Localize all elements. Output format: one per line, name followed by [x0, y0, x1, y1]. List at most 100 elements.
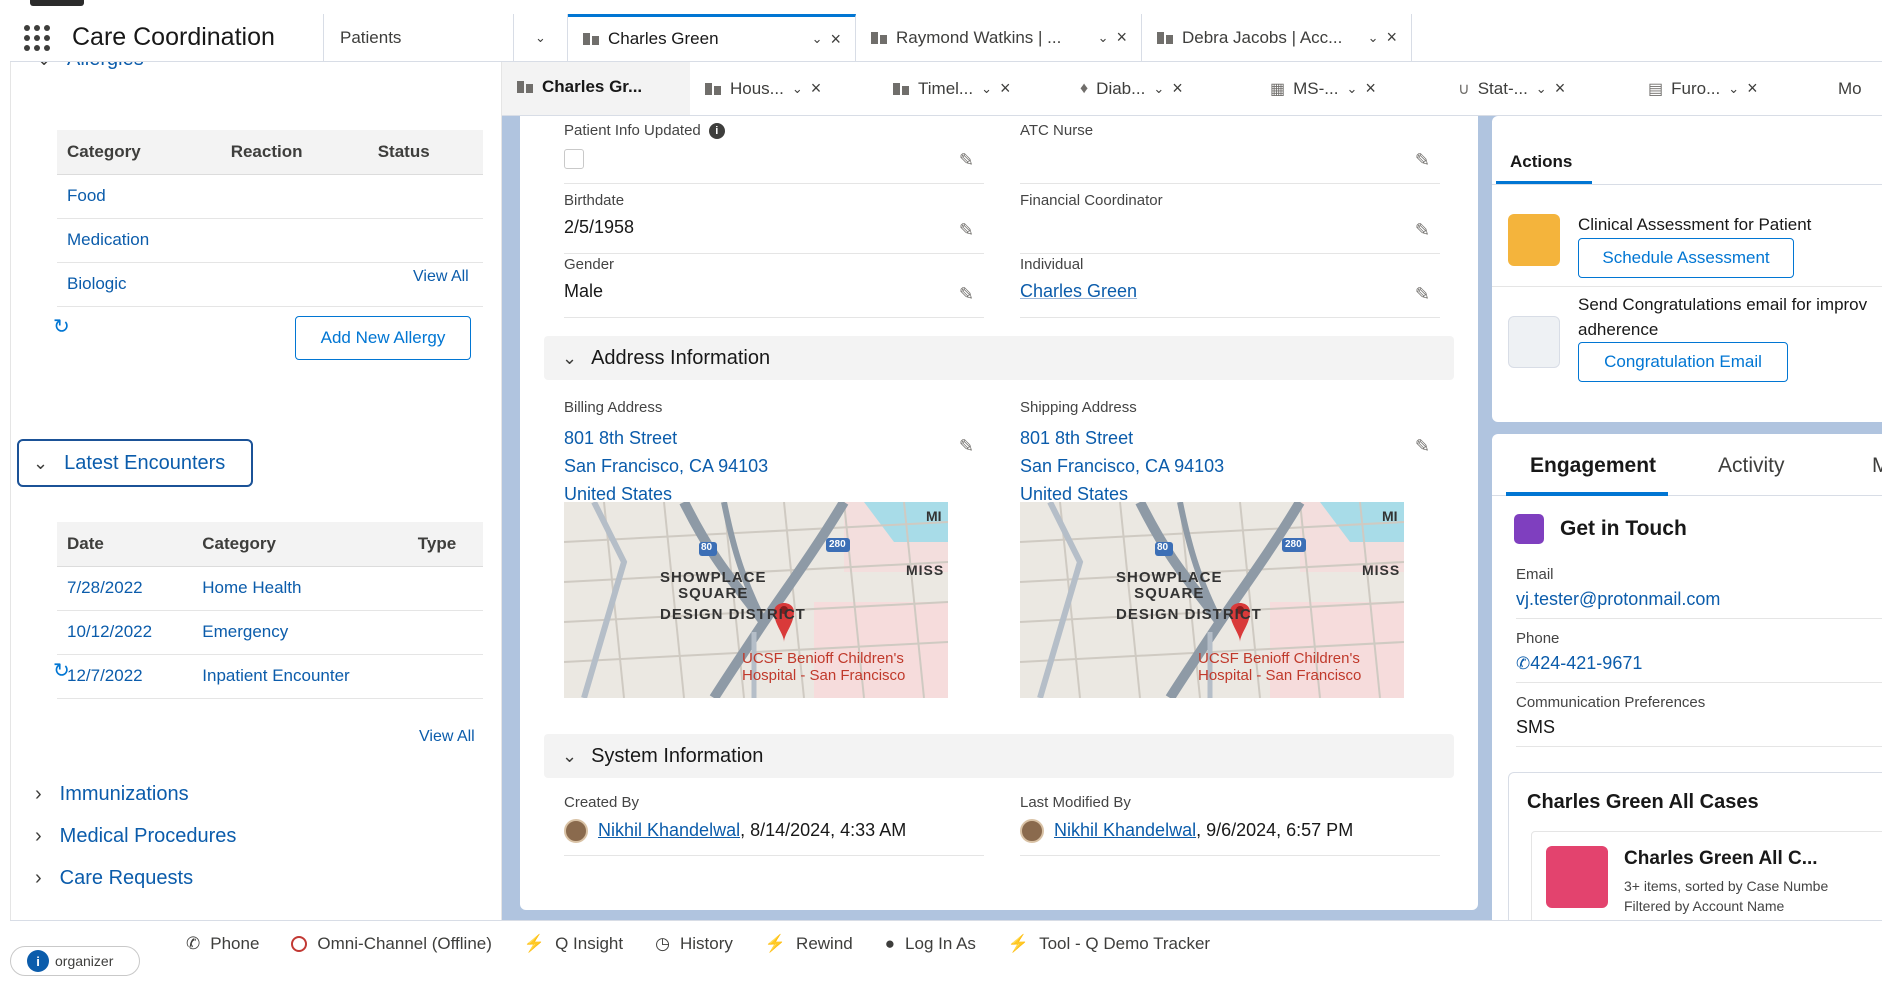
- encounter-date-link[interactable]: 10/12/2022: [57, 610, 193, 655]
- chevron-down-icon[interactable]: ⌄: [792, 81, 803, 97]
- utility-history[interactable]: ◷ History: [639, 934, 749, 954]
- encounter-category[interactable]: Home Health: [192, 566, 408, 611]
- allergies-section-header[interactable]: ⌄ Allergies: [35, 62, 143, 71]
- subtab-ms[interactable]: ▦ MS-... ⌄ ×: [1256, 62, 1444, 115]
- encounter-date-link[interactable]: 12/7/2022: [57, 654, 193, 699]
- chevron-down-icon[interactable]: ⌄: [1536, 81, 1547, 97]
- subtab-household[interactable]: Hous... ⌄ ×: [690, 62, 878, 115]
- column-header[interactable]: Date: [57, 522, 193, 567]
- latest-encounters-section-header[interactable]: ⌄ Latest Encounters: [17, 439, 253, 487]
- subtab-diabetes[interactable]: ♦ Diab... ⌄ ×: [1066, 62, 1256, 115]
- chevron-down-icon[interactable]: ⌄: [981, 81, 992, 97]
- utility-phone[interactable]: ✆ Phone: [170, 934, 275, 954]
- allergies-view-all-link[interactable]: View All: [413, 268, 469, 286]
- close-icon[interactable]: ×: [1000, 78, 1011, 99]
- utility-q-insight[interactable]: ⚡ Q Insight: [508, 934, 639, 954]
- system-information-section-header[interactable]: ⌄ System Information: [544, 734, 1454, 778]
- encounter-date-link[interactable]: 7/28/2022: [57, 566, 193, 611]
- close-icon[interactable]: ×: [1747, 78, 1758, 99]
- field-label: Patient Info Updated: [564, 122, 701, 139]
- medical-procedures-section-header[interactable]: › Medical Procedures: [35, 825, 236, 848]
- workspace-tab-debra-jacobs[interactable]: Debra Jacobs | Acc... ⌄ ×: [1142, 14, 1412, 61]
- allergy-category-link[interactable]: Biologic: [57, 262, 221, 307]
- close-icon[interactable]: ×: [1386, 27, 1397, 48]
- individual-link[interactable]: Charles Green: [1020, 281, 1440, 302]
- subtab-stat[interactable]: ∪ Stat-... ⌄ ×: [1444, 62, 1634, 115]
- workspace-tab-raymond-watkins[interactable]: Raymond Watkins | ... ⌄ ×: [856, 14, 1142, 61]
- pencil-icon[interactable]: ✎: [1415, 220, 1430, 241]
- patient-info-updated-checkbox[interactable]: [564, 149, 584, 169]
- shipping-address-map[interactable]: SHOWPLACE SQUARE DESIGN DISTRICT MISS MI …: [1020, 502, 1404, 698]
- chevron-down-icon[interactable]: ⌄: [1153, 81, 1164, 97]
- map-label: 80: [1157, 542, 1169, 553]
- allergy-category-link[interactable]: Food: [57, 174, 221, 219]
- phone-icon[interactable]: ✆: [1516, 654, 1530, 673]
- tab-activity[interactable]: Activity: [1718, 454, 1785, 478]
- app-launcher-button[interactable]: [10, 14, 64, 61]
- workspace-tab-charles-green[interactable]: Charles Green ⌄ ×: [568, 14, 856, 61]
- chevron-down-icon[interactable]: ⌄: [1098, 30, 1109, 46]
- tab-more[interactable]: M: [1872, 454, 1882, 478]
- care-requests-section-header[interactable]: › Care Requests: [35, 867, 193, 890]
- close-icon[interactable]: ×: [1172, 78, 1183, 99]
- chevron-down-icon[interactable]: ⌄: [1728, 81, 1739, 97]
- pencil-icon[interactable]: ✎: [959, 432, 974, 460]
- email-link[interactable]: vj.tester@protonmail.com: [1516, 589, 1882, 610]
- shipping-address-line1[interactable]: 801 8th Street: [1020, 424, 1440, 452]
- person-account-icon: [1156, 30, 1174, 46]
- pencil-icon[interactable]: ✎: [959, 220, 974, 241]
- refresh-icon[interactable]: ↻: [53, 658, 70, 683]
- column-header[interactable]: Category: [57, 130, 221, 175]
- close-icon[interactable]: ×: [1365, 78, 1376, 99]
- actions-tab[interactable]: Actions: [1510, 152, 1572, 172]
- utility-log-in-as[interactable]: ● Log In As: [869, 934, 992, 954]
- chevron-down-icon[interactable]: ⌄: [1368, 30, 1379, 46]
- encounter-category[interactable]: Inpatient Encounter: [192, 654, 408, 699]
- pencil-icon[interactable]: ✎: [959, 284, 974, 305]
- billing-address-map[interactable]: SHOWPLACE SQUARE DESIGN DISTRICT MISS MI …: [564, 502, 948, 698]
- chevron-down-icon[interactable]: ⌄: [812, 31, 823, 47]
- tab-engagement[interactable]: Engagement: [1530, 454, 1656, 478]
- subtab-timeline[interactable]: Timel... ⌄ ×: [878, 62, 1066, 115]
- subtab-charles-green[interactable]: Charles Gr...: [502, 62, 690, 115]
- schedule-assessment-button[interactable]: Schedule Assessment: [1578, 238, 1794, 278]
- encounter-category[interactable]: Emergency: [192, 610, 408, 655]
- shipping-address-line2[interactable]: San Francisco, CA 94103: [1020, 452, 1440, 480]
- immunizations-section-header[interactable]: › Immunizations: [35, 783, 189, 806]
- created-by-user-link[interactable]: Nikhil Khandelwal: [598, 820, 740, 840]
- pencil-icon[interactable]: ✎: [959, 150, 974, 171]
- close-icon[interactable]: ×: [1116, 27, 1127, 48]
- column-header[interactable]: Status: [367, 130, 483, 175]
- column-header[interactable]: Category: [192, 522, 408, 567]
- nav-menu-chevron[interactable]: ⌄: [514, 14, 568, 61]
- organizer-button[interactable]: i organizer: [10, 946, 140, 976]
- congratulation-email-button[interactable]: Congratulation Email: [1578, 342, 1788, 382]
- close-icon[interactable]: ×: [811, 78, 822, 99]
- add-new-allergy-button[interactable]: Add New Allergy: [295, 316, 471, 360]
- modified-by-user-link[interactable]: Nikhil Khandelwal: [1054, 820, 1196, 840]
- info-icon[interactable]: i: [708, 122, 725, 139]
- utility-demo-tracker[interactable]: ⚡ Tool - Q Demo Tracker: [992, 934, 1226, 954]
- utility-rewind[interactable]: ⚡ Rewind: [749, 934, 869, 954]
- address-information-section-header[interactable]: ⌄ Address Information: [544, 336, 1454, 380]
- utility-omni-channel[interactable]: Omni-Channel (Offline): [275, 934, 507, 954]
- column-header[interactable]: Reaction: [220, 130, 368, 175]
- pencil-icon[interactable]: ✎: [1415, 284, 1430, 305]
- pencil-icon[interactable]: ✎: [1415, 150, 1430, 171]
- column-header[interactable]: Type: [407, 522, 483, 567]
- phone-link[interactable]: 424-421-9671: [1530, 653, 1642, 673]
- refresh-icon[interactable]: ↻: [53, 314, 70, 339]
- subtab-furo[interactable]: ▤ Furo... ⌄ ×: [1634, 62, 1824, 115]
- subtab-more[interactable]: Mo: [1824, 62, 1872, 115]
- pencil-icon[interactable]: ✎: [1415, 432, 1430, 460]
- case-list-name[interactable]: Charles Green All C...: [1624, 848, 1818, 870]
- encounters-view-all-link[interactable]: View All: [419, 728, 475, 746]
- case-list-item[interactable]: Charles Green All C... 3+ items, sorted …: [1531, 831, 1882, 920]
- billing-address-line1[interactable]: 801 8th Street: [564, 424, 984, 452]
- nav-menu-select[interactable]: Patients: [324, 14, 514, 61]
- billing-address-line2[interactable]: San Francisco, CA 94103: [564, 452, 984, 480]
- chevron-down-icon[interactable]: ⌄: [1346, 81, 1357, 97]
- close-icon[interactable]: ×: [830, 29, 841, 50]
- allergy-category-link[interactable]: Medication: [57, 218, 221, 263]
- close-icon[interactable]: ×: [1555, 78, 1566, 99]
